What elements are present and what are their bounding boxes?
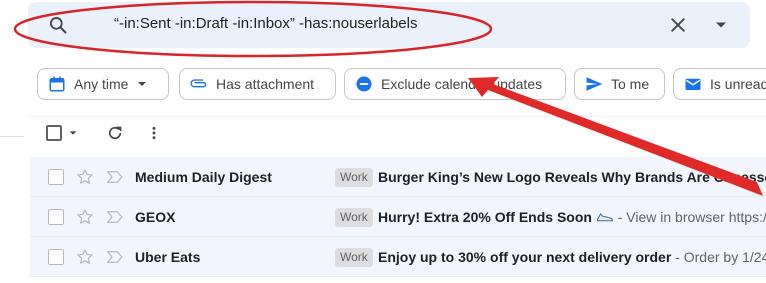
email-subject: Enjoy up to 30% off your next delivery o… bbox=[378, 249, 672, 265]
chevron-down-icon bbox=[138, 82, 147, 86]
calendar-icon bbox=[49, 76, 65, 92]
divider bbox=[30, 116, 766, 117]
divider bbox=[0, 136, 24, 137]
row-checkbox[interactable] bbox=[48, 169, 64, 185]
email-preview: Hurry! Extra 20% Off Ends Soon - View in… bbox=[378, 209, 766, 225]
importance-icon[interactable] bbox=[106, 210, 124, 224]
email-preview: Enjoy up to 30% off your next delivery o… bbox=[378, 249, 766, 265]
filter-label: Has attachment bbox=[216, 76, 315, 92]
email-row[interactable]: GEOX Work Hurry! Extra 20% Off Ends Soon… bbox=[30, 197, 766, 237]
email-row[interactable]: Medium Daily Digest Work Burger King’s N… bbox=[30, 157, 766, 197]
row-checkbox[interactable] bbox=[48, 209, 64, 225]
filter-has-attachment[interactable]: Has attachment bbox=[179, 68, 336, 100]
send-icon bbox=[586, 77, 603, 91]
search-icon[interactable] bbox=[48, 15, 68, 35]
email-sender: Medium Daily Digest bbox=[135, 169, 272, 185]
select-all-checkbox[interactable] bbox=[46, 122, 78, 144]
checkbox-icon bbox=[46, 125, 62, 141]
star-icon[interactable] bbox=[76, 208, 94, 226]
chevron-down-icon bbox=[69, 131, 77, 135]
filter-any-time[interactable]: Any time bbox=[37, 68, 169, 100]
star-icon[interactable] bbox=[76, 168, 94, 186]
filter-label: Is unread bbox=[710, 76, 766, 92]
search-input[interactable]: “-in:Sent -in:Draft -in:Inbox” -has:nous… bbox=[114, 15, 417, 32]
email-subject: Burger King’s New Logo Reveals Why Brand… bbox=[378, 169, 766, 185]
filter-exclude-calendar-updates[interactable]: Exclude calendar updates bbox=[344, 68, 566, 100]
row-checkbox[interactable] bbox=[48, 249, 64, 265]
label-badge[interactable]: Work bbox=[335, 248, 373, 267]
more-options-button[interactable] bbox=[146, 122, 162, 144]
label-badge[interactable]: Work bbox=[335, 208, 373, 227]
filter-label: To me bbox=[611, 76, 650, 92]
importance-icon[interactable] bbox=[106, 250, 124, 264]
search-bar[interactable]: “-in:Sent -in:Draft -in:Inbox” -has:nous… bbox=[28, 2, 750, 48]
email-sender: Uber Eats bbox=[135, 249, 201, 265]
label-badge[interactable]: Work bbox=[335, 168, 373, 187]
email-row[interactable]: Uber Eats Work Enjoy up to 30% off your … bbox=[30, 237, 766, 277]
shoe-icon bbox=[596, 213, 614, 222]
minus-circle-icon bbox=[356, 76, 372, 92]
filter-to-me[interactable]: To me bbox=[574, 68, 665, 100]
filter-is-unread[interactable]: Is unread bbox=[673, 68, 766, 100]
email-snippet: - View in browser https:// bbox=[613, 209, 766, 225]
close-icon[interactable] bbox=[668, 15, 688, 35]
dropdown-icon[interactable] bbox=[711, 15, 731, 35]
email-preview: Burger King’s New Logo Reveals Why Brand… bbox=[378, 169, 766, 185]
refresh-button[interactable] bbox=[106, 122, 124, 144]
email-snippet: - Order by 1/24 a bbox=[675, 249, 766, 265]
filter-label: Any time bbox=[74, 76, 129, 92]
paperclip-icon bbox=[190, 79, 207, 88]
star-icon[interactable] bbox=[76, 248, 94, 266]
unread-mail-icon bbox=[685, 78, 701, 90]
refresh-icon bbox=[108, 126, 122, 140]
more-vert-icon bbox=[152, 126, 156, 140]
email-subject: Hurry! Extra 20% Off Ends Soon bbox=[378, 209, 592, 225]
filter-label: Exclude calendar updates bbox=[381, 76, 543, 92]
email-sender: GEOX bbox=[135, 209, 176, 225]
importance-icon[interactable] bbox=[106, 170, 124, 184]
